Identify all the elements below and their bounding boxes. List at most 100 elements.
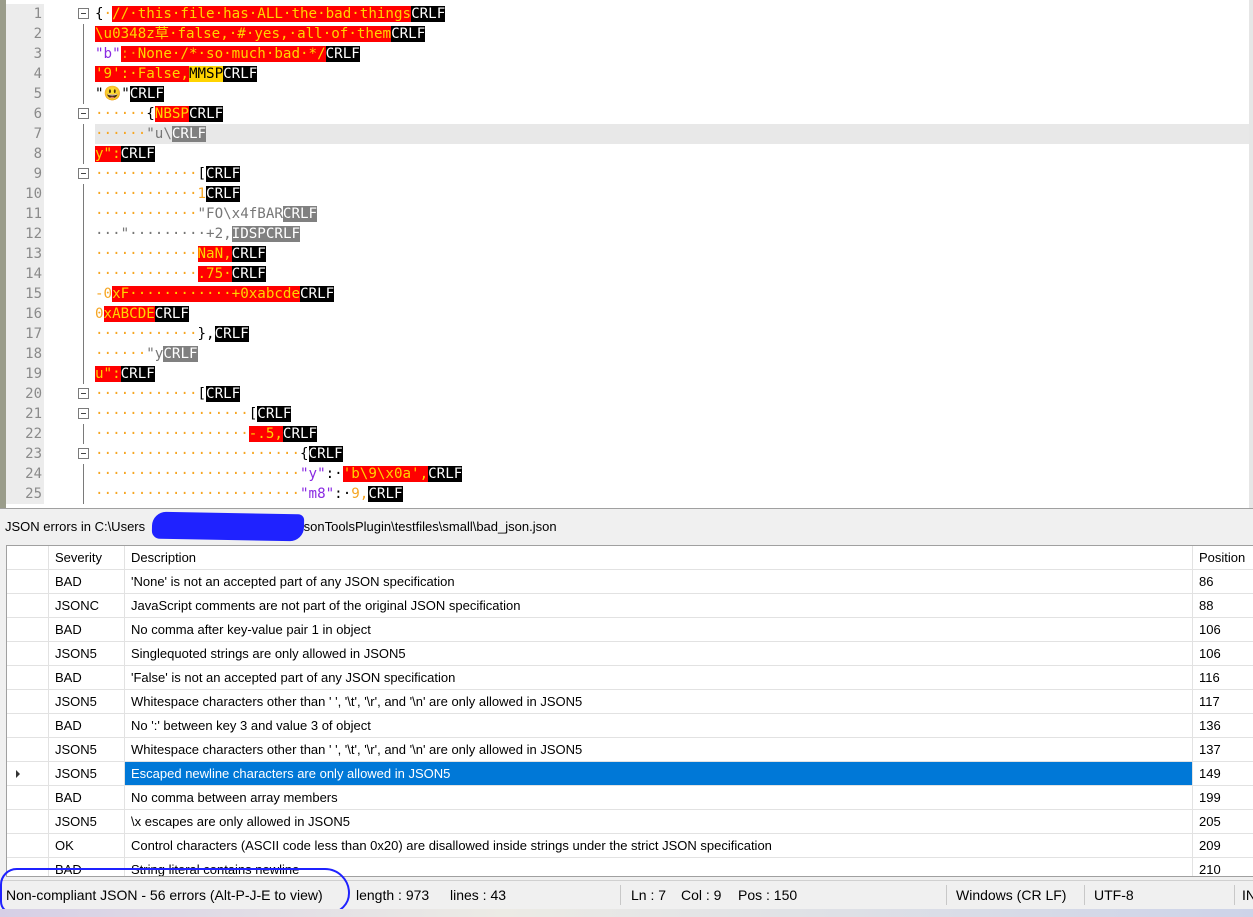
position-cell[interactable]: 209: [1193, 834, 1253, 858]
table-row[interactable]: JSON5 Whitespace characters other than ' …: [7, 690, 1253, 714]
column-header-position[interactable]: Position: [1193, 546, 1253, 570]
position-cell[interactable]: 88: [1193, 594, 1253, 618]
row-header[interactable]: [7, 666, 49, 690]
position-cell[interactable]: 106: [1193, 618, 1253, 642]
code-line[interactable]: ············NaN,CRLF: [95, 244, 1253, 264]
severity-cell[interactable]: OK: [49, 834, 125, 858]
column-header-severity[interactable]: Severity: [49, 546, 125, 570]
severity-cell[interactable]: BAD: [49, 858, 125, 876]
fold-marker[interactable]: [44, 164, 94, 184]
editor[interactable]: 1 2 3 4 5 6 7 8 9 10 11 12 13 14 15 16 17 18 19 20 21 22 23 24 2…: [0, 0, 1253, 509]
code-line[interactable]: 0xABCDECRLF: [95, 304, 1253, 324]
fold-toggle-icon[interactable]: [78, 388, 89, 399]
editor-scrollbar[interactable]: [1249, 0, 1253, 508]
code-line[interactable]: ························"m8":·9,CRLF: [95, 484, 1253, 504]
description-cell[interactable]: No comma after key-value pair 1 in objec…: [125, 618, 1193, 642]
severity-cell[interactable]: JSON5: [49, 810, 125, 834]
code-line[interactable]: {·//·this·file·has·ALL·the·bad·thingsCRL…: [95, 4, 1253, 24]
description-cell[interactable]: No ':' between key 3 and value 3 of obje…: [125, 714, 1193, 738]
severity-cell[interactable]: BAD: [49, 618, 125, 642]
code-line[interactable]: "b":·None·/*·so·much·bad·*/CRLF: [95, 44, 1253, 64]
column-header-description[interactable]: Description: [125, 546, 1193, 570]
description-cell[interactable]: Control characters (ASCII code less than…: [125, 834, 1193, 858]
code-line[interactable]: ············[CRLF: [95, 384, 1253, 404]
status-encoding[interactable]: UTF-8: [1094, 881, 1134, 909]
position-cell[interactable]: 86: [1193, 570, 1253, 594]
description-cell[interactable]: Whitespace characters other than ' ', '\…: [125, 738, 1193, 762]
status-errors[interactable]: Non-compliant JSON - 56 errors (Alt-P-J-…: [6, 881, 323, 909]
position-cell[interactable]: 199: [1193, 786, 1253, 810]
fold-marker[interactable]: [44, 404, 94, 424]
code-line[interactable]: -0xF············+0xabcdeCRLF: [95, 284, 1253, 304]
code-line[interactable]: "😃"CRLF: [95, 84, 1253, 104]
row-header[interactable]: [7, 810, 49, 834]
code-line[interactable]: ······"u\CRLF: [95, 124, 1253, 144]
code-line[interactable]: ············"FO\x4fBARCRLF: [95, 204, 1253, 224]
position-cell[interactable]: 205: [1193, 810, 1253, 834]
row-header[interactable]: [7, 786, 49, 810]
code-area[interactable]: {·//·this·file·has·ALL·the·bad·thingsCRL…: [95, 4, 1253, 504]
table-row[interactable]: BAD No comma between array members 199: [7, 786, 1253, 810]
position-cell[interactable]: 210: [1193, 858, 1253, 876]
code-line[interactable]: ············},CRLF: [95, 324, 1253, 344]
table-row[interactable]: BAD 'False' is not an accepted part of an…: [7, 666, 1253, 690]
table-row[interactable]: OK Control characters (ASCII code less th…: [7, 834, 1253, 858]
code-line[interactable]: ··················-.5,CRLF: [95, 424, 1253, 444]
row-header[interactable]: [7, 594, 49, 618]
code-line[interactable]: ······{NBSPCRLF: [95, 104, 1253, 124]
code-line[interactable]: ··················[CRLF: [95, 404, 1253, 424]
errors-grid[interactable]: Severity Description Position BAD 'None' …: [6, 545, 1253, 877]
description-cell[interactable]: 'None' is not an accepted part of any JS…: [125, 570, 1193, 594]
severity-cell[interactable]: JSONC: [49, 594, 125, 618]
position-cell[interactable]: 106: [1193, 642, 1253, 666]
description-cell[interactable]: Escaped newline characters are only allo…: [125, 762, 1193, 786]
severity-cell[interactable]: JSON5: [49, 642, 125, 666]
fold-toggle-icon[interactable]: [78, 448, 89, 459]
row-header[interactable]: [7, 834, 49, 858]
position-cell[interactable]: 149: [1193, 762, 1253, 786]
code-line[interactable]: \u0348z草·false,·#·yes,·all·of·themCRLF: [95, 24, 1253, 44]
table-row[interactable]: JSON5 \x escapes are only allowed in JSON…: [7, 810, 1253, 834]
severity-cell[interactable]: BAD: [49, 786, 125, 810]
fold-toggle-icon[interactable]: [78, 408, 89, 419]
fold-toggle-icon[interactable]: [78, 8, 89, 19]
severity-cell[interactable]: JSON5: [49, 690, 125, 714]
code-line[interactable]: ························"y":·'b\9\x0a',C…: [95, 464, 1253, 484]
table-row[interactable]: JSON5 Whitespace characters other than ' …: [7, 738, 1253, 762]
fold-marker[interactable]: [44, 104, 94, 124]
description-cell[interactable]: Whitespace characters other than ' ', '\…: [125, 690, 1193, 714]
code-line[interactable]: ············[CRLF: [95, 164, 1253, 184]
table-row[interactable]: JSON5 Singlequoted strings are only allow…: [7, 642, 1253, 666]
severity-cell[interactable]: JSON5: [49, 738, 125, 762]
row-header[interactable]: [7, 762, 49, 786]
code-line[interactable]: ······"yCRLF: [95, 344, 1253, 364]
code-line[interactable]: '9':·False,MMSPCRLF: [95, 64, 1253, 84]
description-cell[interactable]: \x escapes are only allowed in JSON5: [125, 810, 1193, 834]
severity-cell[interactable]: BAD: [49, 714, 125, 738]
description-cell[interactable]: 'False' is not an accepted part of any J…: [125, 666, 1193, 690]
position-cell[interactable]: 137: [1193, 738, 1253, 762]
code-line[interactable]: u":CRLF: [95, 364, 1253, 384]
fold-margin[interactable]: [44, 4, 94, 504]
severity-cell[interactable]: BAD: [49, 666, 125, 690]
row-header[interactable]: [7, 618, 49, 642]
row-header[interactable]: [7, 690, 49, 714]
table-row[interactable]: JSON5 Escaped newline characters are only…: [7, 762, 1253, 786]
severity-cell[interactable]: BAD: [49, 570, 125, 594]
severity-cell[interactable]: JSON5: [49, 762, 125, 786]
row-header[interactable]: [7, 714, 49, 738]
row-header[interactable]: [7, 642, 49, 666]
description-cell[interactable]: String literal contains newline: [125, 858, 1193, 876]
table-row[interactable]: BAD No comma after key-value pair 1 in ob…: [7, 618, 1253, 642]
code-line[interactable]: ············.75·CRLF: [95, 264, 1253, 284]
description-cell[interactable]: JavaScript comments are not part of the …: [125, 594, 1193, 618]
fold-toggle-icon[interactable]: [78, 108, 89, 119]
table-row[interactable]: BAD 'None' is not an accepted part of any…: [7, 570, 1253, 594]
table-row[interactable]: BAD String literal contains newline 210: [7, 858, 1253, 876]
code-line[interactable]: ···"·········+2,IDSPCRLF: [95, 224, 1253, 244]
position-cell[interactable]: 116: [1193, 666, 1253, 690]
code-line[interactable]: ············1CRLF: [95, 184, 1253, 204]
fold-marker[interactable]: [44, 4, 94, 24]
row-header[interactable]: [7, 858, 49, 876]
status-eol[interactable]: Windows (CR LF): [956, 881, 1066, 909]
